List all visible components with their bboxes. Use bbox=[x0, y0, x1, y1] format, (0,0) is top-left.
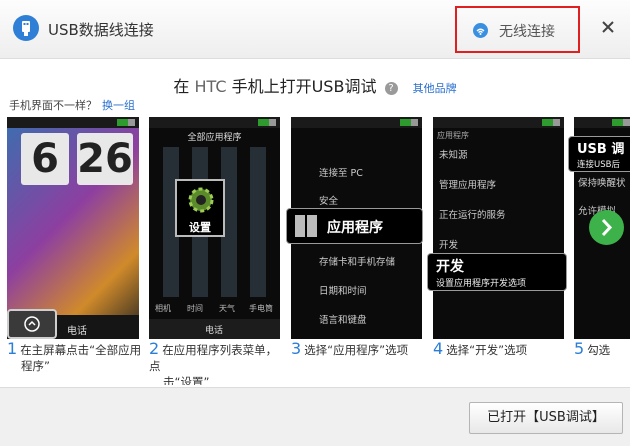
step-number: 2 bbox=[149, 339, 160, 358]
window-title: USB数据线连接 bbox=[48, 21, 154, 39]
settings-list-item: 开发 bbox=[439, 240, 459, 251]
help-icon[interactable]: ? bbox=[384, 82, 398, 95]
settings-list-item: 保持唤醒状 bbox=[578, 178, 626, 189]
develop-callout: 开发 设置应用程序开发选项 bbox=[427, 253, 567, 291]
gear-icon bbox=[187, 186, 215, 218]
settings-list-item: 存储卡和手机存储 bbox=[319, 257, 396, 268]
step-text-cont: 击“设置” bbox=[163, 375, 210, 385]
phone-app-label: 电话 bbox=[205, 326, 224, 336]
status-bar bbox=[291, 117, 422, 128]
apps-icon bbox=[295, 215, 317, 237]
settings-callout-label: 设置 bbox=[189, 221, 211, 234]
chevron-right-icon bbox=[601, 218, 613, 237]
interface-notice: 手机界面不一样？ 换一组 bbox=[9, 97, 135, 113]
step-label-2: 2 在应用程序列表菜单，点 击“设置” bbox=[149, 339, 284, 386]
close-icon[interactable] bbox=[598, 17, 618, 37]
settings-callout: 设置 bbox=[175, 179, 225, 237]
step-text: 在主屏幕点击“全部应用 bbox=[20, 343, 142, 357]
steps-carousel: 6 26 电话 全部应用程序 设置 相机 时间 天气 手电筒 电话 连接至 PC… bbox=[0, 115, 630, 385]
step-text: 选择“应用程序”选项 bbox=[304, 343, 409, 357]
wireless-connect-button[interactable]: 无线连接 bbox=[455, 6, 580, 53]
step-text-cont: 程序” bbox=[21, 359, 50, 373]
all-apps-button bbox=[7, 309, 57, 339]
app-label: 时间 bbox=[187, 304, 203, 313]
heading-suffix: 手机上打开USB调试 bbox=[231, 77, 377, 96]
other-brands-link[interactable]: 其他品牌 bbox=[413, 82, 457, 95]
interface-notice-text: 手机界面不一样？ bbox=[9, 99, 97, 112]
usb-icon bbox=[13, 15, 39, 41]
phone-screenshot-4: 应用程序 未知源 管理应用程序 正在运行的服务 开发 开发 设置应用程序开发选项 bbox=[427, 117, 567, 339]
step-text: 勾选 bbox=[587, 343, 611, 357]
settings-list-item: 连接至 PC bbox=[319, 168, 363, 179]
apps-callout: 应用程序 bbox=[286, 208, 423, 244]
clock-minute: 26 bbox=[77, 133, 133, 185]
app-label: 相机 bbox=[155, 304, 171, 313]
step-number: 5 bbox=[574, 339, 585, 358]
usb-debug-callout-title: USB 调 bbox=[577, 142, 625, 157]
page-heading: 在 HTC 手机上打开USB调试 ? 其他品牌 bbox=[0, 73, 630, 97]
heading-brand: HTC bbox=[194, 77, 227, 96]
apps-callout-label: 应用程序 bbox=[327, 220, 383, 236]
app-label: 手电筒 bbox=[249, 304, 273, 313]
usb-debug-enabled-button[interactable]: 已打开【USB调试】 bbox=[469, 402, 623, 434]
step-number: 1 bbox=[7, 339, 18, 358]
heading-prefix: 在 bbox=[173, 77, 190, 96]
wireless-connect-label: 无线连接 bbox=[499, 24, 555, 40]
step-text: 选择“开发”选项 bbox=[446, 343, 528, 357]
settings-list-item: 未知源 bbox=[439, 150, 468, 161]
footer-bar: 已打开【USB调试】 bbox=[0, 387, 630, 446]
step-label-1: 1 在主屏幕点击“全部应用 程序” bbox=[7, 341, 142, 374]
step-label-5: 5 勾选 bbox=[574, 341, 630, 358]
switch-group-link[interactable]: 换一组 bbox=[102, 99, 135, 112]
phone-screenshot-3: 连接至 PC 安全 应用程序 存储卡和手机存储 日期和时间 语言和键盘 bbox=[286, 117, 423, 339]
phone-screenshot-1: 6 26 电话 bbox=[7, 117, 139, 339]
step-label-3: 3 选择“应用程序”选项 bbox=[291, 341, 426, 358]
wifi-icon bbox=[473, 23, 488, 38]
status-bar bbox=[433, 117, 564, 128]
step-label-4: 4 选择“开发”选项 bbox=[433, 341, 568, 358]
settings-list-item: 管理应用程序 bbox=[439, 180, 497, 191]
step-number: 4 bbox=[433, 339, 444, 358]
phone-screenshot-2: 全部应用程序 设置 相机 时间 天气 手电筒 电话 bbox=[149, 117, 280, 339]
settings-list-item: 日期和时间 bbox=[319, 286, 367, 297]
status-bar bbox=[7, 117, 139, 128]
settings-list-item: 安全 bbox=[319, 196, 339, 207]
app-label: 天气 bbox=[219, 304, 235, 313]
develop-callout-title: 开发 bbox=[436, 259, 464, 275]
step-text: 在应用程序列表菜单，点 bbox=[149, 343, 278, 373]
clock-hour: 6 bbox=[21, 133, 69, 185]
title-bar: USB数据线连接 无线连接 bbox=[0, 0, 630, 59]
phone-screen-title: 全部应用程序 bbox=[187, 133, 242, 143]
phone-screen-title: 应用程序 bbox=[437, 131, 469, 140]
settings-list-item: 正在运行的服务 bbox=[439, 210, 506, 221]
usb-debug-callout: USB 调 连接USB后 bbox=[568, 136, 630, 172]
settings-list-item: 语言和键盘 bbox=[319, 315, 367, 326]
step-number: 3 bbox=[291, 339, 302, 358]
usb-debug-callout-subtitle: 连接USB后 bbox=[577, 160, 620, 170]
phone-app-label: 电话 bbox=[67, 326, 87, 337]
status-bar bbox=[149, 117, 280, 128]
status-bar bbox=[574, 117, 630, 128]
next-step-button[interactable] bbox=[589, 210, 624, 245]
develop-callout-subtitle: 设置应用程序开发选项 bbox=[436, 279, 527, 289]
